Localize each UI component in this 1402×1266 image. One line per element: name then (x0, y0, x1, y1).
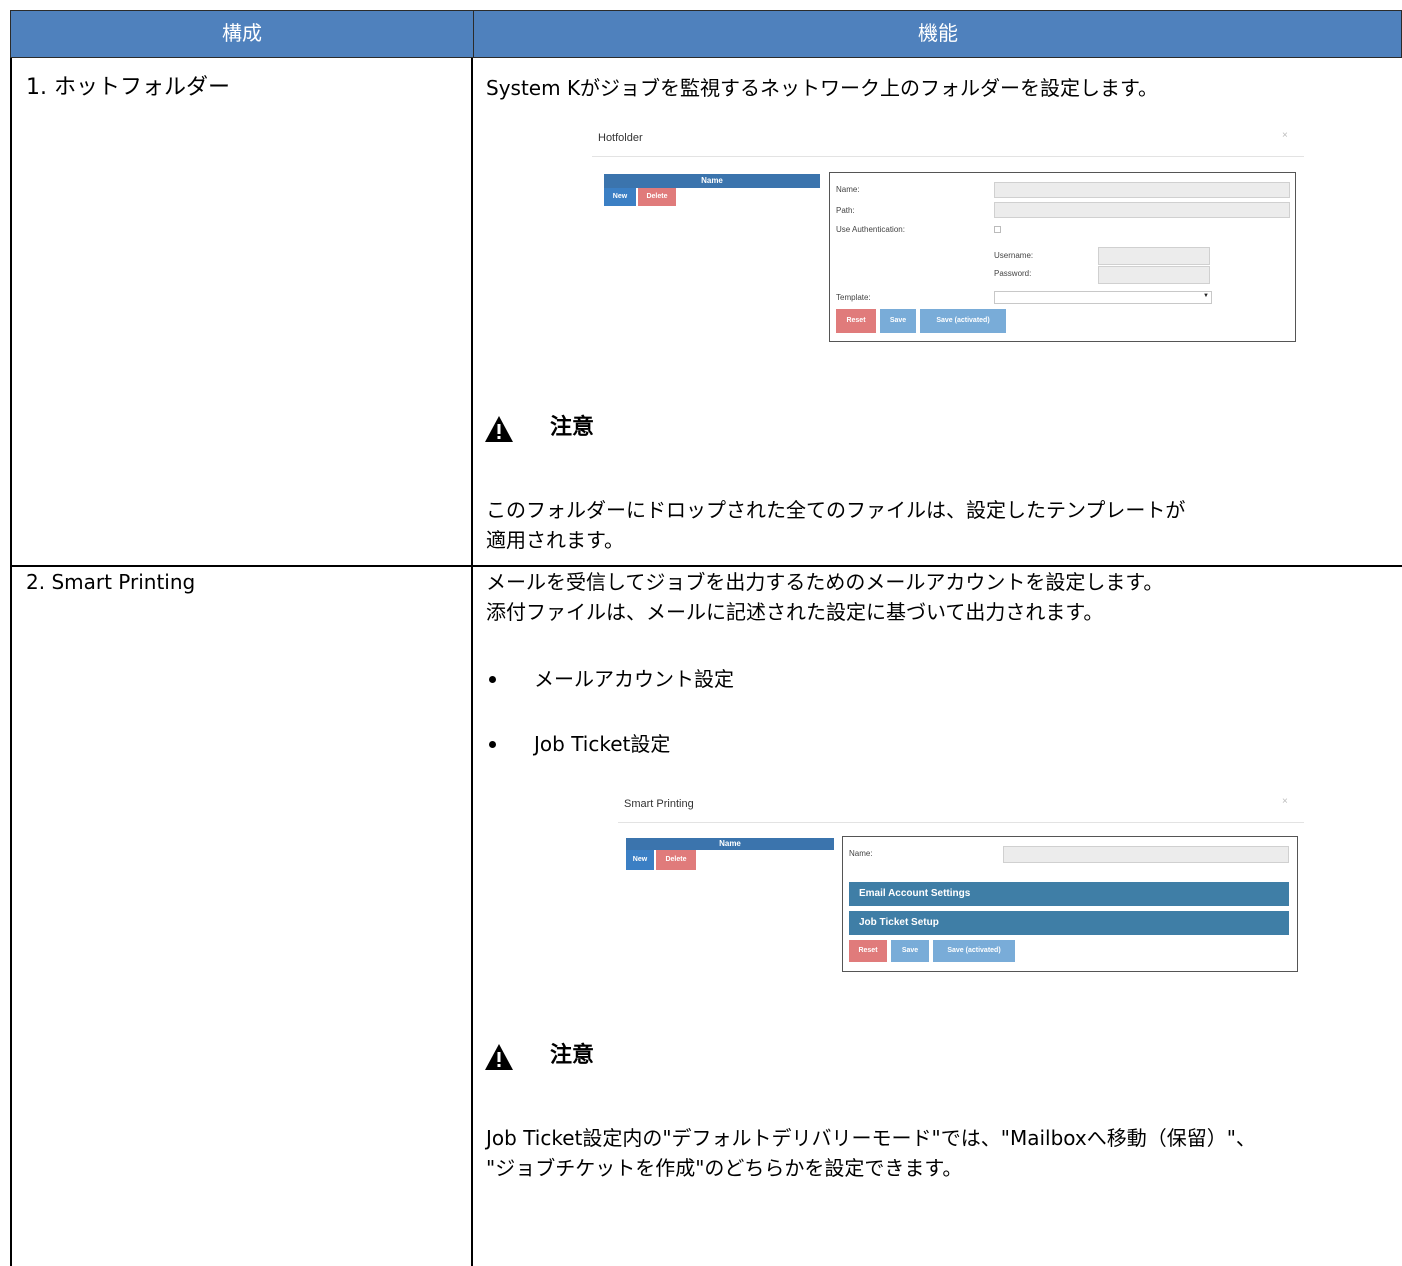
name-list-header: Name (626, 838, 834, 850)
save-activated-button[interactable]: Save (activated) (933, 940, 1015, 962)
name-field[interactable] (1003, 846, 1289, 863)
save-button[interactable]: Save (880, 309, 916, 333)
name-label: Name: (849, 849, 873, 858)
save-button[interactable]: Save (891, 940, 929, 962)
row2-warning-title: 注意 (550, 1043, 595, 1068)
email-account-settings-section[interactable]: Email Account Settings (849, 882, 1289, 906)
row1-warning-line2: 適用されます。 (486, 528, 624, 552)
close-icon: × (1282, 130, 1288, 141)
delete-button[interactable]: Delete (656, 850, 696, 870)
new-button[interactable]: New (604, 188, 636, 206)
job-ticket-setup-section[interactable]: Job Ticket Setup (849, 911, 1289, 935)
row1-warning-line1: このフォルダーにドロップされた全てのファイルは、設定したテンプレートが (486, 498, 1186, 522)
template-select[interactable]: ▼ (994, 291, 1212, 304)
dialog-title-rule (592, 156, 1304, 157)
bullet-item-job-ticket: Job Ticket設定 (534, 732, 671, 756)
table-header-row: 構成 機能 (10, 10, 1402, 58)
table-column-divider (471, 58, 473, 1266)
bullet-item-email-account: メールアカウント設定 (534, 667, 734, 691)
row1-component: 1. ホットフォルダー (26, 75, 230, 100)
dialog-title-rule (618, 822, 1304, 823)
row1-description: System Kがジョブを監視するネットワーク上のフォルダーを設定します。 (486, 76, 1159, 100)
hotfolder-dialog-title: Hotfolder (598, 132, 643, 144)
smart-printing-screenshot: Smart Printing × Name New Delete Name: E… (618, 786, 1304, 982)
delete-button[interactable]: Delete (638, 188, 676, 206)
warning-icon (485, 1044, 513, 1070)
header-component: 構成 (222, 21, 262, 45)
name-field[interactable] (994, 182, 1290, 198)
smart-printing-dialog-title: Smart Printing (624, 798, 694, 810)
use-auth-checkbox[interactable] (994, 226, 1001, 233)
template-label: Template: (836, 293, 871, 302)
name-label: Name: (836, 185, 860, 194)
row2-component: 2. Smart Printing (26, 570, 196, 594)
row2-description-line1: メールを受信してジョブを出力するためのメールアカウントを設定します。 (486, 570, 1164, 594)
name-list-header: Name (604, 174, 820, 188)
save-activated-button[interactable]: Save (activated) (920, 309, 1006, 333)
header-function: 機能 (473, 11, 1402, 57)
username-label: Username: (994, 251, 1034, 260)
path-label: Path: (836, 206, 855, 215)
password-field[interactable] (1098, 266, 1210, 284)
use-auth-label: Use Authentication: (836, 225, 905, 234)
smart-printing-form: Name: Email Account Settings Job Ticket … (842, 836, 1298, 972)
table-left-border (10, 58, 12, 1266)
bullet-marker (489, 676, 496, 683)
spec-table: 構成 機能 1. ホットフォルダー System Kがジョブを監視するネットワー… (0, 0, 1402, 1266)
new-button[interactable]: New (626, 850, 654, 870)
row1-warning-title: 注意 (550, 415, 595, 440)
chevron-down-icon: ▼ (1203, 293, 1209, 299)
reset-button[interactable]: Reset (836, 309, 876, 333)
row2-warning-line1: Job Ticket設定内の"デフォルトデリバリーモード"では、"Mailbox… (486, 1126, 1256, 1150)
username-field[interactable] (1098, 247, 1210, 265)
reset-button[interactable]: Reset (849, 940, 887, 962)
row2-description-line2: 添付ファイルは、メールに記述された設定に基づいて出力されます。 (486, 600, 1104, 624)
hotfolder-screenshot: Hotfolder × Name New Delete Name: Path: … (592, 120, 1304, 348)
row2-warning-line2: "ジョブチケットを作成"のどちらかを設定できます。 (486, 1156, 963, 1180)
bullet-marker (489, 741, 496, 748)
path-field[interactable] (994, 202, 1290, 218)
password-label: Password: (994, 269, 1032, 278)
close-icon: × (1282, 796, 1288, 807)
warning-icon (485, 416, 513, 442)
hotfolder-form: Name: Path: Use Authentication: Username… (829, 172, 1296, 342)
row-divider (10, 565, 1402, 567)
